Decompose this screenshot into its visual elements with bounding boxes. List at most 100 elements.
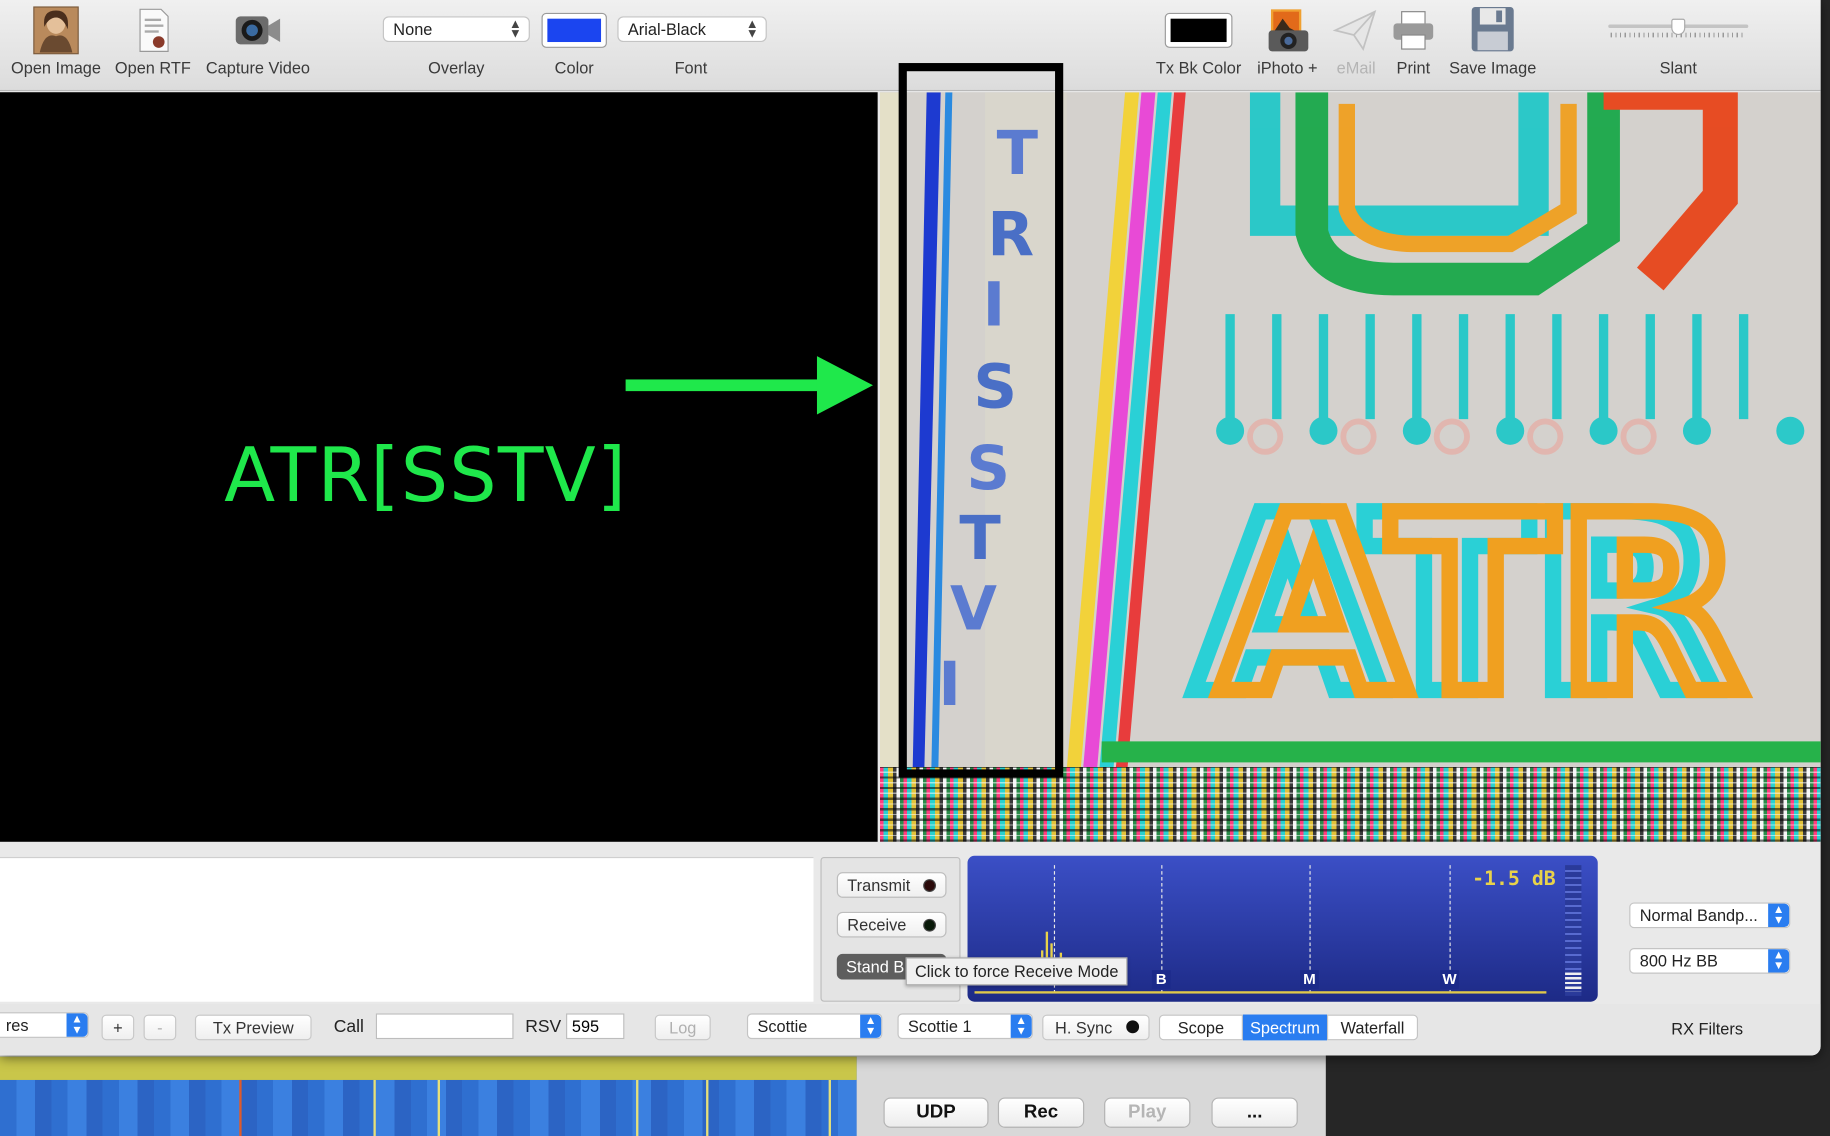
tab-scope[interactable]: Scope xyxy=(1158,1014,1243,1041)
tx-preview-button[interactable]: Tx Preview xyxy=(194,1014,312,1041)
message-text-area[interactable] xyxy=(0,856,814,1002)
iphoto-label: iPhoto + xyxy=(1257,58,1318,78)
transmit-label: Transmit xyxy=(847,875,911,895)
marker-b: B xyxy=(1151,970,1171,989)
overlay-label: Overlay xyxy=(428,58,485,78)
marker-m: M xyxy=(1300,970,1319,989)
slant-label: Slant xyxy=(1659,58,1697,78)
receive-indicator-icon xyxy=(923,918,937,932)
annotation-label: ATR[SSTV] xyxy=(224,433,628,520)
printer-icon xyxy=(1393,11,1434,50)
tooltip: Click to force Receive Mode xyxy=(905,957,1128,986)
add-button[interactable]: + xyxy=(101,1014,135,1041)
transmit-indicator-icon xyxy=(923,879,937,892)
bandpass-value: Normal Bandp... xyxy=(1639,905,1758,925)
capture-video-button[interactable] xyxy=(233,12,282,49)
waterfall-line xyxy=(706,1079,709,1136)
marker-w: W xyxy=(1440,970,1459,989)
updown-arrows-icon: ▲ ▼ xyxy=(745,17,759,41)
green-baseline xyxy=(1101,741,1821,763)
updown-arrows-icon: ▲ ▼ xyxy=(1768,903,1790,928)
waterfall-line xyxy=(373,1079,376,1136)
remove-button[interactable]: - xyxy=(143,1014,177,1041)
hsync-label: H. Sync xyxy=(1055,1018,1113,1037)
font-select[interactable]: Arial-Black ▲ ▼ xyxy=(617,16,767,43)
hsync-indicator-icon xyxy=(1126,1020,1140,1034)
rsv-field[interactable]: 595 xyxy=(566,1013,625,1040)
overlay-select[interactable]: None ▲ ▼ xyxy=(382,16,530,43)
text-color-well[interactable] xyxy=(541,12,607,48)
updown-arrows-icon: ▲ ▼ xyxy=(1010,1014,1032,1038)
color-label: Color xyxy=(554,58,594,78)
svg-text:ATR: ATR xyxy=(1218,462,1745,748)
highlight-frame xyxy=(898,63,1064,778)
open-image-button[interactable] xyxy=(33,6,80,55)
print-button[interactable] xyxy=(1391,9,1435,51)
transmit-image-pane[interactable]: ATR[SSTV] xyxy=(0,92,878,842)
bandpass-filter-select[interactable]: Normal Bandp... ▲ ▼ xyxy=(1629,902,1791,929)
rec-button[interactable]: Rec xyxy=(997,1097,1085,1128)
tab-spectrum[interactable]: Spectrum xyxy=(1242,1014,1327,1041)
capture-video-label: Capture Video xyxy=(205,58,311,78)
email-label: eMail xyxy=(1336,58,1376,78)
save-image-label: Save Image xyxy=(1449,58,1537,78)
right-arrow-icon xyxy=(625,356,873,415)
play-button[interactable]: Play xyxy=(1104,1097,1191,1128)
pictures-folder-value: res xyxy=(5,1015,29,1035)
open-rtf-button[interactable] xyxy=(138,7,171,54)
slant-slider[interactable] xyxy=(1608,16,1749,42)
print-label: Print xyxy=(1396,58,1431,78)
main-window: Open Image Open RTF Capture Video None ▲… xyxy=(0,0,1821,1056)
sstv-mode-select[interactable]: Scottie 1 ▲ ▼ xyxy=(897,1013,1033,1040)
document-icon xyxy=(139,8,169,52)
font-label: Font xyxy=(674,58,708,78)
log-button[interactable]: Log xyxy=(654,1014,711,1041)
sstv-family-value: Scottie xyxy=(757,1016,808,1036)
waterfall-band xyxy=(0,1056,857,1080)
updown-arrows-icon: ▲ ▼ xyxy=(1768,949,1790,973)
video-camera-icon xyxy=(235,16,281,45)
rx-filters-label: RX Filters xyxy=(1671,1019,1743,1038)
sstv-family-select[interactable]: Scottie ▲ ▼ xyxy=(746,1013,883,1040)
call-field[interactable] xyxy=(375,1013,514,1040)
signal-noise-overlay xyxy=(879,767,1821,842)
updown-arrows-icon: ▲ ▼ xyxy=(66,1013,88,1037)
color-swatch xyxy=(547,18,602,43)
floppy-disk-icon xyxy=(1471,7,1514,52)
tab-waterfall[interactable]: Waterfall xyxy=(1326,1014,1419,1041)
email-button[interactable] xyxy=(1332,9,1377,52)
level-meter-fill xyxy=(1565,972,1582,992)
open-rtf-label: Open RTF xyxy=(114,58,191,78)
font-value: Arial-Black xyxy=(627,19,706,39)
slider-thumb[interactable] xyxy=(1671,18,1686,36)
bottom-toolbar: res ▲ ▼ + - Tx Preview Call RSV 595 Log S… xyxy=(0,1004,1821,1056)
waterfall-line xyxy=(239,1079,242,1136)
signal-level-readout: -1.5 dB xyxy=(1472,867,1556,891)
sstv-mode-value: Scottie 1 xyxy=(907,1016,972,1036)
paper-plane-icon xyxy=(1332,10,1377,52)
updown-arrows-icon: ▲ ▼ xyxy=(508,17,522,41)
tx-background-color-well[interactable] xyxy=(1164,12,1233,48)
camera-photo-icon xyxy=(1268,9,1309,52)
rsv-label: RSV xyxy=(525,1016,562,1037)
portrait-photo-icon xyxy=(33,6,79,55)
pictures-folder-select[interactable]: res ▲ ▼ xyxy=(0,1012,89,1038)
tx-bk-color-label: Tx Bk Color xyxy=(1155,58,1242,78)
bb-filter-select[interactable]: 800 Hz BB ▲ ▼ xyxy=(1629,948,1791,974)
transmit-button[interactable]: Transmit xyxy=(836,872,947,898)
receive-button[interactable]: Receive xyxy=(836,911,947,938)
color-swatch xyxy=(1170,18,1227,43)
call-label: Call xyxy=(333,1016,364,1037)
udp-button[interactable]: UDP xyxy=(883,1097,989,1128)
waterfall-line xyxy=(636,1079,639,1136)
receive-label: Receive xyxy=(847,915,907,935)
more-button[interactable]: ... xyxy=(1211,1097,1298,1128)
iphoto-button[interactable] xyxy=(1266,7,1310,54)
waterfall-line xyxy=(828,1079,831,1136)
hsync-button[interactable]: H. Sync xyxy=(1042,1014,1150,1041)
save-image-button[interactable] xyxy=(1471,6,1515,53)
open-image-label: Open Image xyxy=(11,58,101,78)
waterfall-line xyxy=(437,1079,440,1136)
overlay-value: None xyxy=(393,19,433,39)
updown-arrows-icon: ▲ ▼ xyxy=(860,1014,882,1038)
